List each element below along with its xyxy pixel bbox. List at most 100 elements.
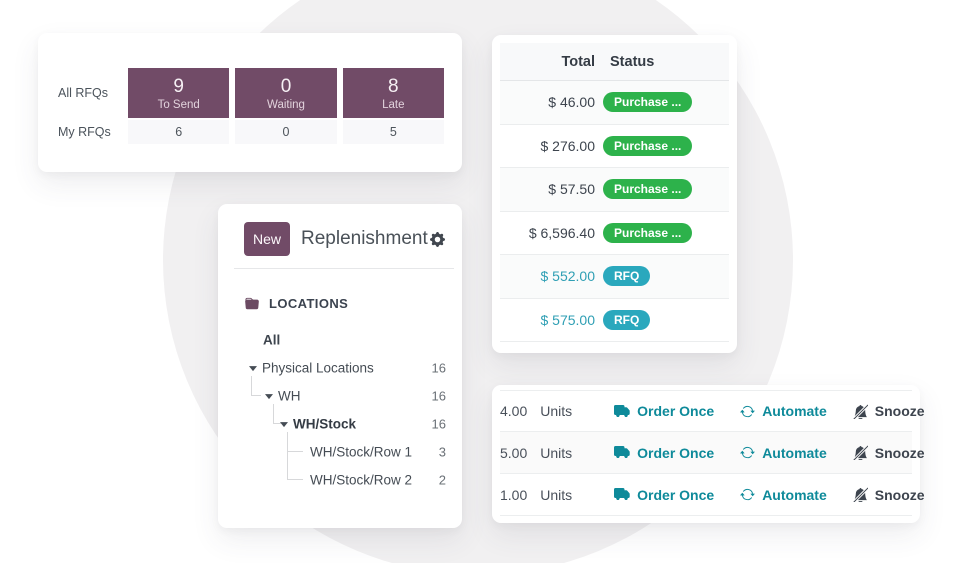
rfq-tile-waiting[interactable]: 0 Waiting [235, 68, 337, 118]
caret-down-icon[interactable] [265, 394, 273, 400]
caret-down-icon[interactable] [249, 366, 257, 372]
tree-item-wh-stock-row1[interactable]: WH/Stock/Row 1 3 [218, 438, 462, 466]
locations-tree: All Physical Locations 16 WH 16 WH/Stock… [218, 326, 462, 494]
tree-item-count: 3 [438, 444, 446, 460]
all-rfqs-label: All RFQs [58, 86, 108, 100]
tree-item-label: All [263, 332, 281, 348]
tree-item-count: 16 [431, 388, 446, 404]
order-row[interactable]: $ 552.00 RFQ [500, 255, 729, 299]
tree-item-label: WH/Stock/Row 2 [310, 472, 413, 488]
automate-label: Automate [762, 486, 827, 503]
arrows-rotate-icon [740, 488, 755, 501]
status-badge: Purchase ... [603, 222, 693, 243]
bell-slash-icon [853, 487, 868, 502]
tree-item-count: 16 [431, 416, 446, 432]
snooze-button[interactable]: Snooze [853, 403, 925, 419]
order-once-button[interactable]: Order Once [614, 445, 714, 461]
automate-label: Automate [762, 403, 827, 419]
automate-button[interactable]: Automate [740, 445, 827, 461]
late-label: Late [382, 98, 405, 111]
waiting-label: Waiting [267, 98, 305, 111]
replenish-row: 1.00 Units Order Once Automate Snooze [500, 474, 925, 516]
order-once-button[interactable]: Order Once [614, 403, 714, 419]
replenish-actions-card: 4.00 Units Order Once Automate Snooze 5.… [492, 385, 925, 523]
snooze-button[interactable]: Snooze [853, 487, 925, 503]
tree-item-wh-stock-selected[interactable]: WH/Stock 16 [218, 410, 462, 438]
unit-of-measure: Units [540, 403, 573, 419]
arrows-rotate-icon [740, 446, 755, 459]
arrows-rotate-icon [740, 405, 755, 417]
order-row[interactable]: $ 6,596.40 Purchase ... [500, 212, 729, 255]
total-column-header: Total [561, 53, 595, 70]
orders-table-header: Total Status [500, 43, 729, 81]
my-to-send-count[interactable]: 6 [128, 120, 230, 144]
tree-item-count: 16 [431, 360, 446, 376]
replenish-row: 4.00 Units Order Once Automate Snooze [500, 390, 925, 432]
locations-title: LOCATIONS [269, 296, 349, 311]
truck-icon [614, 404, 630, 417]
caret-down-icon[interactable] [280, 422, 288, 428]
snooze-label: Snooze [874, 486, 925, 503]
truck-icon [614, 446, 630, 459]
tree-item-label: WH/Stock/Row 1 [310, 444, 413, 460]
order-once-label: Order Once [637, 486, 715, 503]
tree-item-all[interactable]: All [218, 326, 462, 354]
to-send-label: To Send [157, 98, 200, 111]
orders-table-card: Total Status $ 46.00 Purchase ... $ 276.… [492, 35, 737, 353]
replenishment-card: New Replenishment LOCATIONS All Physical… [218, 204, 462, 528]
rfq-tile-to-send[interactable]: 9 To Send [128, 68, 230, 118]
tree-item-count: 2 [438, 472, 446, 488]
snooze-label: Snooze [874, 444, 925, 461]
order-once-button[interactable]: Order Once [614, 487, 714, 503]
tree-item-wh-stock-row2[interactable]: WH/Stock/Row 2 2 [218, 466, 462, 494]
tree-item-physical-locations[interactable]: Physical Locations 16 [218, 354, 462, 382]
divider [234, 268, 454, 269]
snooze-label: Snooze [874, 403, 925, 419]
order-total: $ 575.00 [540, 311, 596, 328]
page: All RFQs 9 To Send 0 Waiting 8 Late My R… [0, 0, 960, 563]
status-badge: Purchase ... [603, 92, 693, 113]
snooze-button[interactable]: Snooze [853, 445, 925, 461]
status-badge: RFQ [603, 266, 651, 287]
new-button[interactable]: New [244, 222, 290, 256]
order-row[interactable]: $ 46.00 Purchase ... [500, 81, 729, 125]
replenishment-header: New Replenishment [244, 222, 445, 256]
order-row[interactable]: $ 276.00 Purchase ... [500, 125, 729, 168]
tree-item-label: WH [278, 388, 301, 404]
late-count: 8 [388, 75, 399, 97]
rfq-summary-card: All RFQs 9 To Send 0 Waiting 8 Late My R… [38, 33, 462, 172]
unit-of-measure: Units [540, 444, 573, 461]
bell-slash-icon [853, 445, 868, 460]
order-total: $ 46.00 [548, 94, 595, 111]
unit-of-measure: Units [540, 486, 573, 503]
my-waiting-count[interactable]: 0 [235, 120, 337, 144]
order-row[interactable]: $ 575.00 RFQ [500, 299, 729, 342]
order-total: $ 6,596.40 [528, 224, 595, 241]
status-badge: Purchase ... [603, 135, 693, 156]
tree-item-label: WH/Stock [293, 416, 357, 432]
my-late-count[interactable]: 5 [342, 120, 444, 144]
order-row[interactable]: $ 57.50 Purchase ... [500, 168, 729, 212]
status-column-header: Status [610, 53, 655, 70]
bell-slash-icon [853, 404, 868, 419]
quantity-value: 1.00 [500, 486, 528, 503]
quantity-value: 4.00 [500, 403, 528, 419]
locations-header: LOCATIONS [244, 296, 348, 311]
order-once-label: Order Once [637, 444, 715, 461]
my-rfqs-label: My RFQs [58, 125, 111, 139]
gear-icon[interactable] [430, 231, 445, 247]
status-badge: RFQ [603, 309, 651, 330]
order-total: $ 552.00 [540, 268, 596, 285]
tree-item-wh[interactable]: WH 16 [218, 382, 462, 410]
folder-icon [244, 297, 260, 311]
automate-button[interactable]: Automate [740, 487, 827, 503]
order-total: $ 57.50 [548, 181, 595, 198]
replenish-row: 5.00 Units Order Once Automate Snooze [500, 432, 925, 474]
rfq-tile-late[interactable]: 8 Late [342, 68, 444, 118]
automate-button[interactable]: Automate [740, 403, 827, 419]
waiting-count: 0 [280, 75, 292, 97]
tree-item-label: Physical Locations [262, 360, 374, 376]
automate-label: Automate [762, 444, 827, 461]
to-send-count: 9 [173, 75, 184, 97]
order-total: $ 276.00 [540, 137, 596, 154]
